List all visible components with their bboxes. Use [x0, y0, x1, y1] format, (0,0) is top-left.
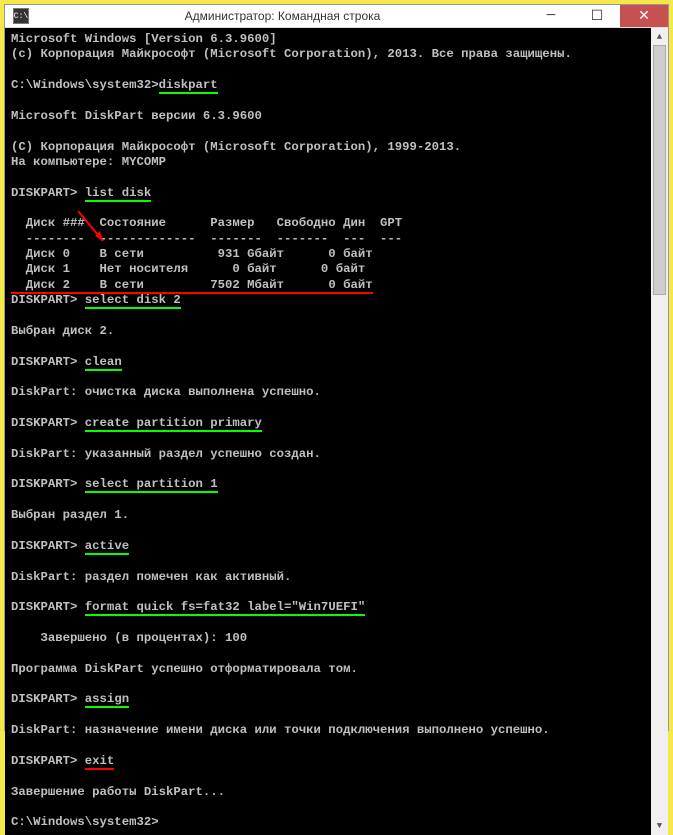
- table-row: Диск 1 Нет носителя 0 байт 0 байт: [11, 262, 365, 276]
- window-title: Администратор: Командная строка: [37, 9, 528, 23]
- table-header: Диск ### Состояние Размер Свободно Дин G…: [11, 216, 402, 230]
- cmd-select-partition: select partition 1: [85, 477, 218, 493]
- prompt: DISKPART>: [11, 186, 85, 200]
- cmd-list-disk: list disk: [85, 186, 151, 202]
- cmd-select-disk: select disk 2: [85, 293, 181, 309]
- cmd-format: format quick fs=fat32 label="Win7UEFI": [85, 600, 365, 616]
- cmd-clean: clean: [85, 355, 122, 371]
- maximize-button[interactable]: ☐: [574, 5, 620, 27]
- table-sep: -------- ------------- ------- ------- -…: [11, 232, 402, 246]
- window-buttons: ─ ☐ ✕: [528, 5, 668, 27]
- text-line: (C) Корпорация Майкрософт (Microsoft Cor…: [11, 140, 461, 154]
- terminal-container: Microsoft Windows [Version 6.3.9600] (c)…: [5, 28, 668, 835]
- cmd-icon: C:\: [13, 8, 29, 24]
- prompt: C:\Windows\system32>: [11, 815, 159, 829]
- text-line: DiskPart: очистка диска выполнена успешн…: [11, 385, 321, 399]
- text-line: Завершено (в процентах): 100: [11, 631, 247, 645]
- prompt: DISKPART>: [11, 692, 85, 706]
- text-line: Microsoft Windows [Version 6.3.9600]: [11, 32, 277, 46]
- scroll-thumb[interactable]: [653, 45, 666, 295]
- close-button[interactable]: ✕: [620, 5, 668, 27]
- text-line: DiskPart: указанный раздел успешно созда…: [11, 447, 321, 461]
- cmd-active: active: [85, 539, 129, 555]
- text-line: Выбран раздел 1.: [11, 508, 129, 522]
- prompt: DISKPART>: [11, 477, 85, 491]
- prompt: DISKPART>: [11, 754, 85, 768]
- window: C:\ Администратор: Командная строка ─ ☐ …: [4, 4, 669, 731]
- text-line: Программа DiskPart успешно отформатирова…: [11, 662, 358, 676]
- cmd-diskpart: diskpart: [159, 78, 218, 94]
- minimize-button[interactable]: ─: [528, 5, 574, 27]
- prompt: DISKPART>: [11, 293, 85, 307]
- scrollbar[interactable]: ▲ ▼: [651, 28, 668, 835]
- text-line: Завершение работы DiskPart...: [11, 785, 225, 799]
- table-row-selected: Диск 2 В сети 7502 Mбайт 0 байт: [11, 278, 373, 294]
- text-line: Выбран диск 2.: [11, 324, 114, 338]
- scroll-down-button[interactable]: ▼: [651, 818, 668, 835]
- terminal-output[interactable]: Microsoft Windows [Version 6.3.9600] (c)…: [5, 28, 651, 835]
- titlebar[interactable]: C:\ Администратор: Командная строка ─ ☐ …: [5, 5, 668, 28]
- table-row: Диск 0 В сети 931 Gбайт 0 байт: [11, 247, 373, 261]
- scroll-track[interactable]: [651, 45, 668, 818]
- cmd-assign: assign: [85, 692, 129, 708]
- text-line: DiskPart: раздел помечен как активный.: [11, 570, 291, 584]
- scroll-up-button[interactable]: ▲: [651, 28, 668, 45]
- text-line: DiskPart: назначение имени диска или точ…: [11, 723, 550, 737]
- prompt: DISKPART>: [11, 600, 85, 614]
- text-line: Microsoft DiskPart версии 6.3.9600: [11, 109, 262, 123]
- prompt: DISKPART>: [11, 355, 85, 369]
- cmd-create-partition: create partition primary: [85, 416, 262, 432]
- text-line: (c) Корпорация Майкрософт (Microsoft Cor…: [11, 47, 572, 61]
- cmd-exit: exit: [85, 754, 115, 770]
- prompt: C:\Windows\system32>: [11, 78, 159, 92]
- prompt: DISKPART>: [11, 539, 85, 553]
- prompt: DISKPART>: [11, 416, 85, 430]
- text-line: На компьютере: MYCOMP: [11, 155, 166, 169]
